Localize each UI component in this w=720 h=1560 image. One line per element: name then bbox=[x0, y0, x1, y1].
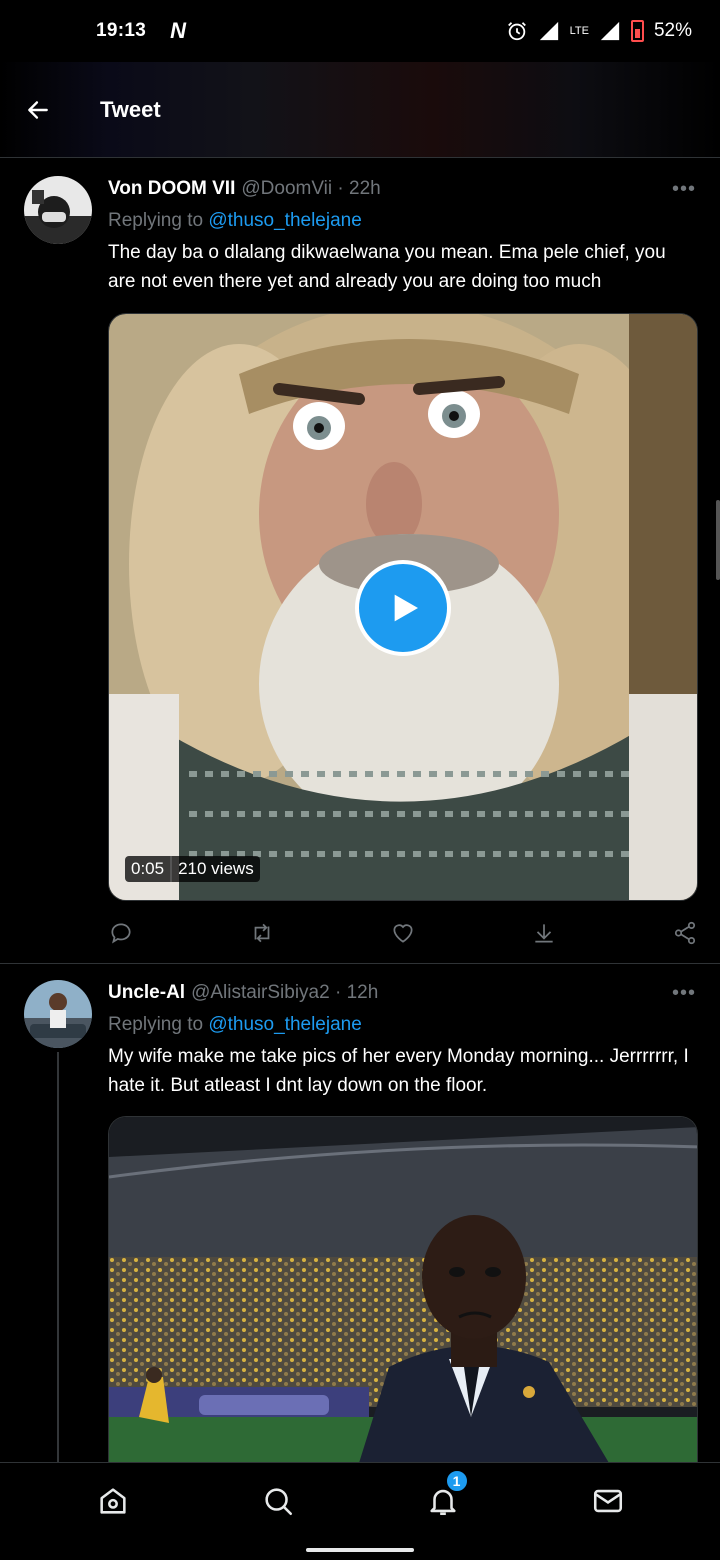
avatar-image bbox=[24, 980, 92, 1048]
avatar-image bbox=[24, 176, 92, 244]
more-options-button[interactable]: ••• bbox=[672, 982, 696, 1005]
tweet-2[interactable]: Uncle-Al @AlistairSibiya2 · 12h ••• Repl… bbox=[0, 964, 720, 1462]
status-time: 19:13 bbox=[96, 20, 147, 41]
network-label: LTE bbox=[569, 24, 589, 37]
gesture-bar[interactable] bbox=[306, 1548, 414, 1552]
tweet-header: Von DOOM VII @DoomVii · 22h ••• bbox=[108, 178, 696, 200]
tweet-header: Uncle-Al @AlistairSibiya2 · 12h ••• bbox=[108, 982, 696, 1004]
signal-icon-2 bbox=[600, 21, 620, 41]
like-icon[interactable] bbox=[390, 920, 416, 946]
nav-messages[interactable] bbox=[588, 1481, 628, 1521]
author-name[interactable]: Uncle-Al bbox=[108, 982, 185, 1004]
carrier-icon: N bbox=[170, 18, 186, 43]
signal-icon bbox=[539, 21, 558, 41]
mail-icon bbox=[593, 1489, 622, 1513]
back-arrow-icon bbox=[28, 100, 48, 119]
nav-notifications[interactable]: 1 bbox=[423, 1469, 469, 1521]
nav-search[interactable] bbox=[258, 1481, 298, 1521]
replying-prefix: Replying to bbox=[108, 210, 209, 231]
tweet-actions bbox=[108, 920, 698, 946]
status-bar: 19:13 N LTE 52% bbox=[0, 0, 720, 62]
share-icon[interactable] bbox=[672, 920, 698, 946]
retweet-icon[interactable] bbox=[249, 920, 275, 946]
play-icon bbox=[394, 594, 418, 622]
tweet-1[interactable]: Von DOOM VII @DoomVii · 22h ••• Replying… bbox=[0, 158, 720, 963]
avatar[interactable] bbox=[24, 980, 92, 1048]
page-title: Tweet bbox=[100, 96, 161, 122]
tweet-text: The day ba o dlalang dikwaelwana you mea… bbox=[108, 242, 666, 292]
replying-prefix: Replying to bbox=[108, 1014, 209, 1035]
video-player[interactable]: 0:05 210 views bbox=[108, 313, 698, 901]
notification-badge: 1 bbox=[444, 1469, 469, 1493]
tweet-image[interactable] bbox=[108, 1116, 698, 1462]
video-info: 0:05 210 views bbox=[125, 856, 260, 882]
alarm-icon bbox=[507, 22, 526, 41]
avatar[interactable] bbox=[24, 176, 92, 244]
mention-link[interactable]: @thuso_thelejane bbox=[208, 210, 361, 231]
replying-to: Replying to @thuso_thelejane bbox=[108, 1014, 362, 1036]
top-app-bar: Tweet bbox=[0, 62, 720, 158]
search-icon bbox=[264, 1488, 292, 1516]
download-icon[interactable] bbox=[531, 920, 557, 946]
more-options-button[interactable]: ••• bbox=[672, 178, 696, 201]
video-views: 210 views bbox=[178, 859, 254, 878]
author-handle: @AlistairSibiya2 · 12h bbox=[191, 982, 379, 1003]
battery-level: 52% bbox=[653, 20, 692, 41]
home-icon bbox=[99, 1488, 126, 1514]
author-handle: @DoomVii · 22h bbox=[241, 178, 381, 199]
reply-icon[interactable] bbox=[108, 920, 134, 946]
scrollbar[interactable] bbox=[716, 500, 720, 580]
nav-home[interactable] bbox=[93, 1481, 133, 1521]
video-duration: 0:05 bbox=[125, 856, 173, 882]
author-name[interactable]: Von DOOM VII bbox=[108, 178, 235, 200]
image-photo bbox=[109, 1117, 697, 1462]
status-right: LTE 52% bbox=[506, 20, 692, 42]
mention-link[interactable]: @thuso_thelejane bbox=[208, 1014, 361, 1035]
bottom-navigation: 1 bbox=[0, 1462, 720, 1560]
back-button[interactable] bbox=[18, 90, 58, 130]
battery-icon bbox=[630, 20, 644, 42]
replying-to: Replying to @thuso_thelejane bbox=[108, 210, 362, 232]
tweet-text: My wife make me take pics of her every M… bbox=[108, 1046, 689, 1096]
play-button[interactable] bbox=[355, 560, 451, 656]
